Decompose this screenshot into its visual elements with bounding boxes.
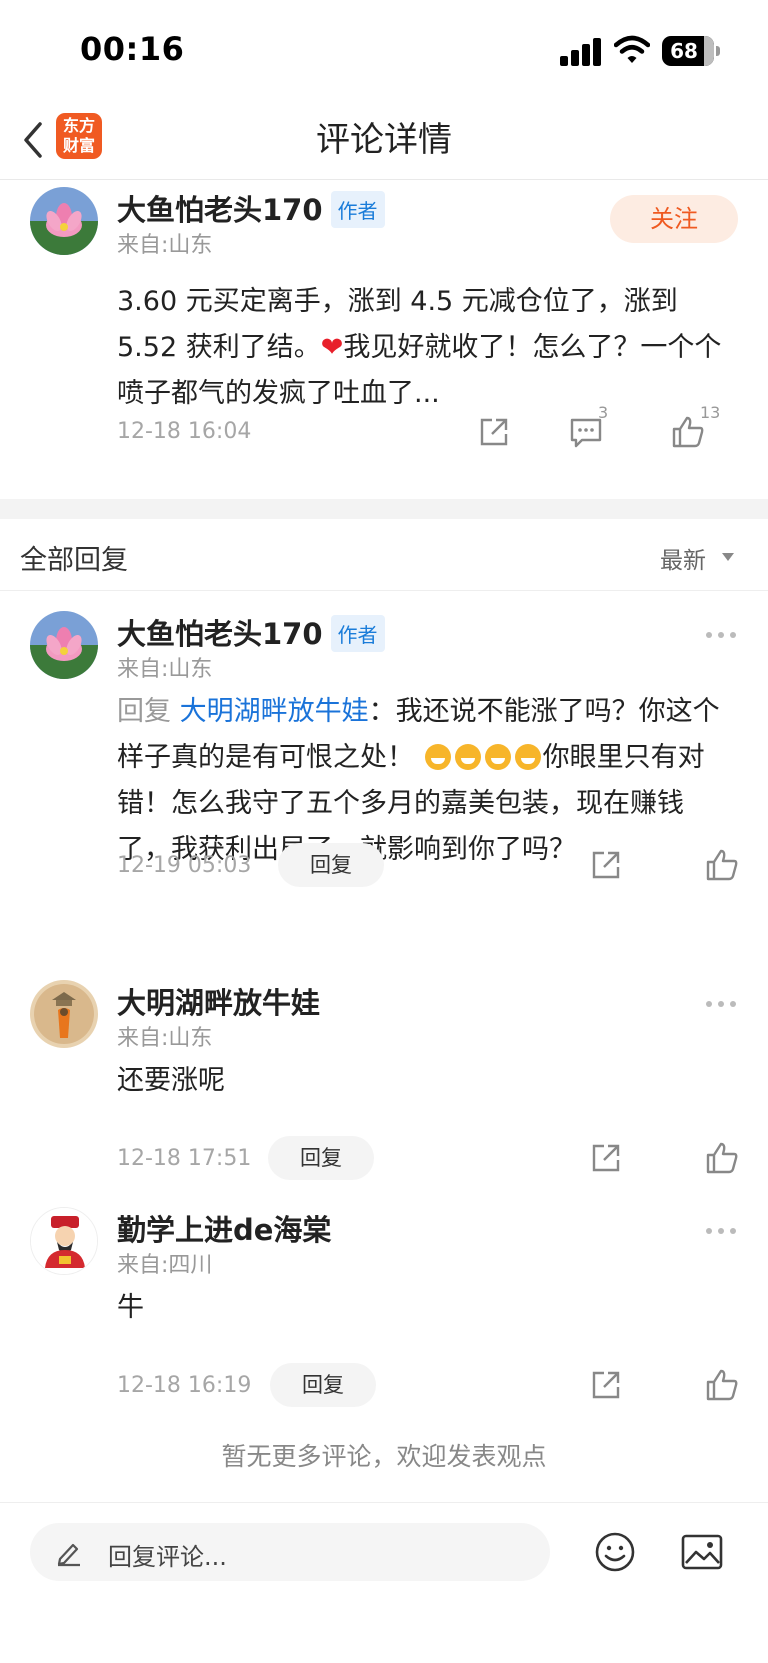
reply-text: 回复 大明湖畔放牛娃：我还说不能涨了吗？你这个样子真的是有可恨之处！ 你眼里只有… — [117, 696, 720, 865]
avatar[interactable] — [30, 187, 98, 255]
reply-username[interactable]: 勤学上进de海棠 — [117, 1207, 331, 1249]
page-title: 评论详情 — [316, 120, 452, 160]
avatar[interactable] — [30, 980, 98, 1048]
author-badge: 作者 — [330, 614, 385, 652]
share-icon[interactable] — [588, 847, 624, 883]
location: 来自:山东 — [117, 233, 213, 258]
grin-emoji — [514, 744, 541, 770]
like-icon[interactable] — [704, 847, 740, 883]
battery-level: 68 — [670, 39, 698, 63]
emoji-icon[interactable] — [594, 1531, 636, 1573]
share-icon[interactable] — [588, 1140, 624, 1176]
reply-item: 大鱼怕老头170 作者 来自:山东 回复 大明湖畔放牛娃：我还说不能涨了吗？你这个… — [0, 591, 768, 921]
grin-emoji — [424, 744, 451, 770]
caret-down-icon[interactable] — [722, 553, 734, 561]
avatar[interactable] — [30, 1207, 98, 1275]
status-time: 00:16 — [80, 30, 185, 68]
like-icon[interactable] — [704, 1140, 740, 1176]
reply-input-placeholder: 回复评论... — [108, 1543, 227, 1571]
pencil-icon — [57, 1543, 80, 1567]
share-icon[interactable] — [476, 414, 512, 450]
section-divider — [0, 499, 768, 519]
like-icon[interactable] — [704, 1367, 740, 1403]
status-bar: 00:16 68 — [0, 0, 768, 100]
reply-location: 来自:山东 — [117, 657, 213, 682]
wifi-icon — [614, 35, 650, 63]
replies-header: 全部回复 最新 — [0, 519, 768, 591]
reply-item: 勤学上进de海棠 来自:四川 牛 12-18 16:19 回复 — [0, 1187, 768, 1407]
reply-text: 还要涨呢 — [117, 1065, 225, 1096]
more-icon[interactable] — [706, 630, 740, 640]
grin-emoji — [454, 744, 481, 770]
main-comment: 大鱼怕老头170 作者 来自:山东 关注 3.60 元买定离手，涨到 4.5 元减… — [0, 181, 768, 499]
reply-location: 来自:山东 — [117, 1026, 213, 1051]
signal-icon — [560, 38, 604, 66]
nav-bar: 东方 财富 评论详情 — [0, 100, 768, 180]
follow-button[interactable]: 关注 — [610, 195, 738, 243]
reply-location: 来自:四川 — [117, 1253, 213, 1278]
reply-text: 牛 — [117, 1292, 144, 1323]
share-icon[interactable] — [588, 1367, 624, 1403]
author-name[interactable]: 大鱼怕老头170 作者 — [117, 187, 385, 231]
reply-date: 12-18 17:51 — [117, 1146, 252, 1171]
author-badge: 作者 — [330, 190, 385, 228]
grin-emoji — [484, 744, 511, 770]
reply-date: 12-19 05:03 — [117, 853, 252, 878]
reply-button[interactable]: 回复 — [270, 1363, 376, 1407]
avatar[interactable] — [30, 611, 98, 679]
reply-input[interactable]: 回复评论... — [30, 1523, 550, 1581]
bottom-input-bar: 回复评论... — [0, 1502, 768, 1663]
more-icon[interactable] — [706, 1226, 740, 1236]
like-count: 13 — [700, 403, 721, 422]
image-icon[interactable] — [680, 1533, 724, 1571]
reply-username[interactable]: 大鱼怕老头170 作者 — [117, 611, 385, 655]
reply-button[interactable]: 回复 — [278, 843, 384, 887]
comment-count: 3 — [598, 403, 609, 422]
reply-item: 大明湖畔放牛娃 来自:山东 还要涨呢 12-18 17:51 回复 — [0, 960, 768, 1180]
reply-date: 12-18 16:19 — [117, 1373, 252, 1398]
sort-dropdown[interactable]: 最新 — [660, 541, 706, 575]
reply-button[interactable]: 回复 — [268, 1136, 374, 1180]
replies-title: 全部回复 — [20, 545, 128, 576]
comment-date: 12-18 16:04 — [117, 419, 252, 444]
more-icon[interactable] — [706, 999, 740, 1009]
no-more-comments: 暂无更多评论，欢迎发表观点 — [221, 1442, 547, 1471]
mention-link[interactable]: 大明湖畔放牛娃 — [180, 696, 369, 727]
battery-icon: 68 — [662, 36, 714, 66]
reply-username[interactable]: 大明湖畔放牛娃 — [117, 980, 320, 1022]
heart-emoji: ❤ — [320, 332, 344, 363]
comment-text: 3.60 元买定离手，涨到 4.5 元减仓位了，涨到 5.52 获利了结。❤我见… — [117, 286, 722, 409]
